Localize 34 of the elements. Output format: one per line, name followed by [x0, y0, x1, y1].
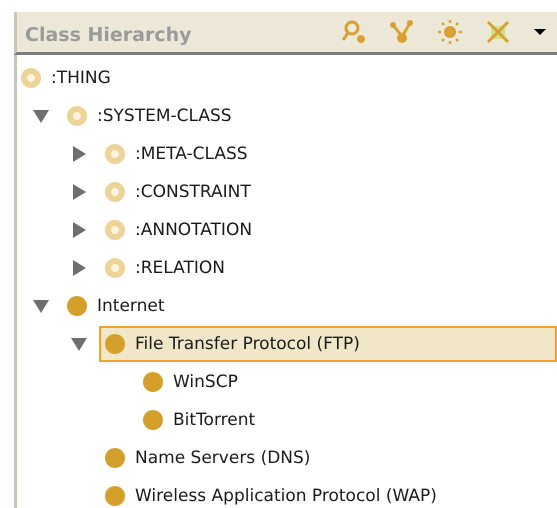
expanded-arrow-icon[interactable]	[32, 107, 50, 125]
tree-item[interactable]: :SYSTEM-CLASS	[97, 106, 232, 126]
selected-tree-item[interactable]: File Transfer Protocol (FTP)	[99, 326, 557, 362]
tree-item[interactable]: Internet	[97, 296, 165, 316]
tree-item[interactable]: Name Servers (DNS)	[135, 448, 310, 468]
tree-item[interactable]: WinSCP	[173, 372, 238, 392]
tree-item-label: File Transfer Protocol (FTP)	[135, 334, 360, 354]
expanded-arrow-icon[interactable]	[32, 297, 50, 315]
tree-item[interactable]: :RELATION	[135, 258, 225, 278]
collapsed-arrow-icon[interactable]	[70, 221, 88, 239]
tree-item[interactable]: :CONSTRAINT	[135, 182, 251, 202]
tree-item[interactable]: :ANNOTATION	[135, 220, 252, 240]
collapsed-arrow-icon[interactable]	[70, 183, 88, 201]
class-icon	[105, 486, 125, 506]
expanded-arrow-icon[interactable]	[70, 335, 88, 353]
dropdown-caret-icon[interactable]	[533, 27, 547, 37]
class-icon	[105, 334, 125, 354]
class-icon	[105, 182, 125, 202]
class-icon	[21, 68, 41, 88]
class-icon	[105, 448, 125, 468]
collapsed-arrow-icon[interactable]	[70, 259, 88, 277]
class-icon	[143, 372, 163, 392]
collapsed-arrow-icon[interactable]	[70, 145, 88, 163]
class-icon	[67, 106, 87, 126]
panel-title: Class Hierarchy	[25, 23, 192, 46]
class-icon	[67, 296, 87, 316]
class-icon	[105, 144, 125, 164]
class-icon	[105, 220, 125, 240]
class-icon	[143, 410, 163, 430]
tree-item[interactable]: BitTorrent	[173, 410, 256, 430]
tree-item[interactable]: :META-CLASS	[135, 144, 248, 164]
tree-item[interactable]: :THING	[51, 68, 111, 88]
class-icon	[105, 258, 125, 278]
tree-item[interactable]: Wireless Application Protocol (WAP)	[135, 486, 437, 506]
